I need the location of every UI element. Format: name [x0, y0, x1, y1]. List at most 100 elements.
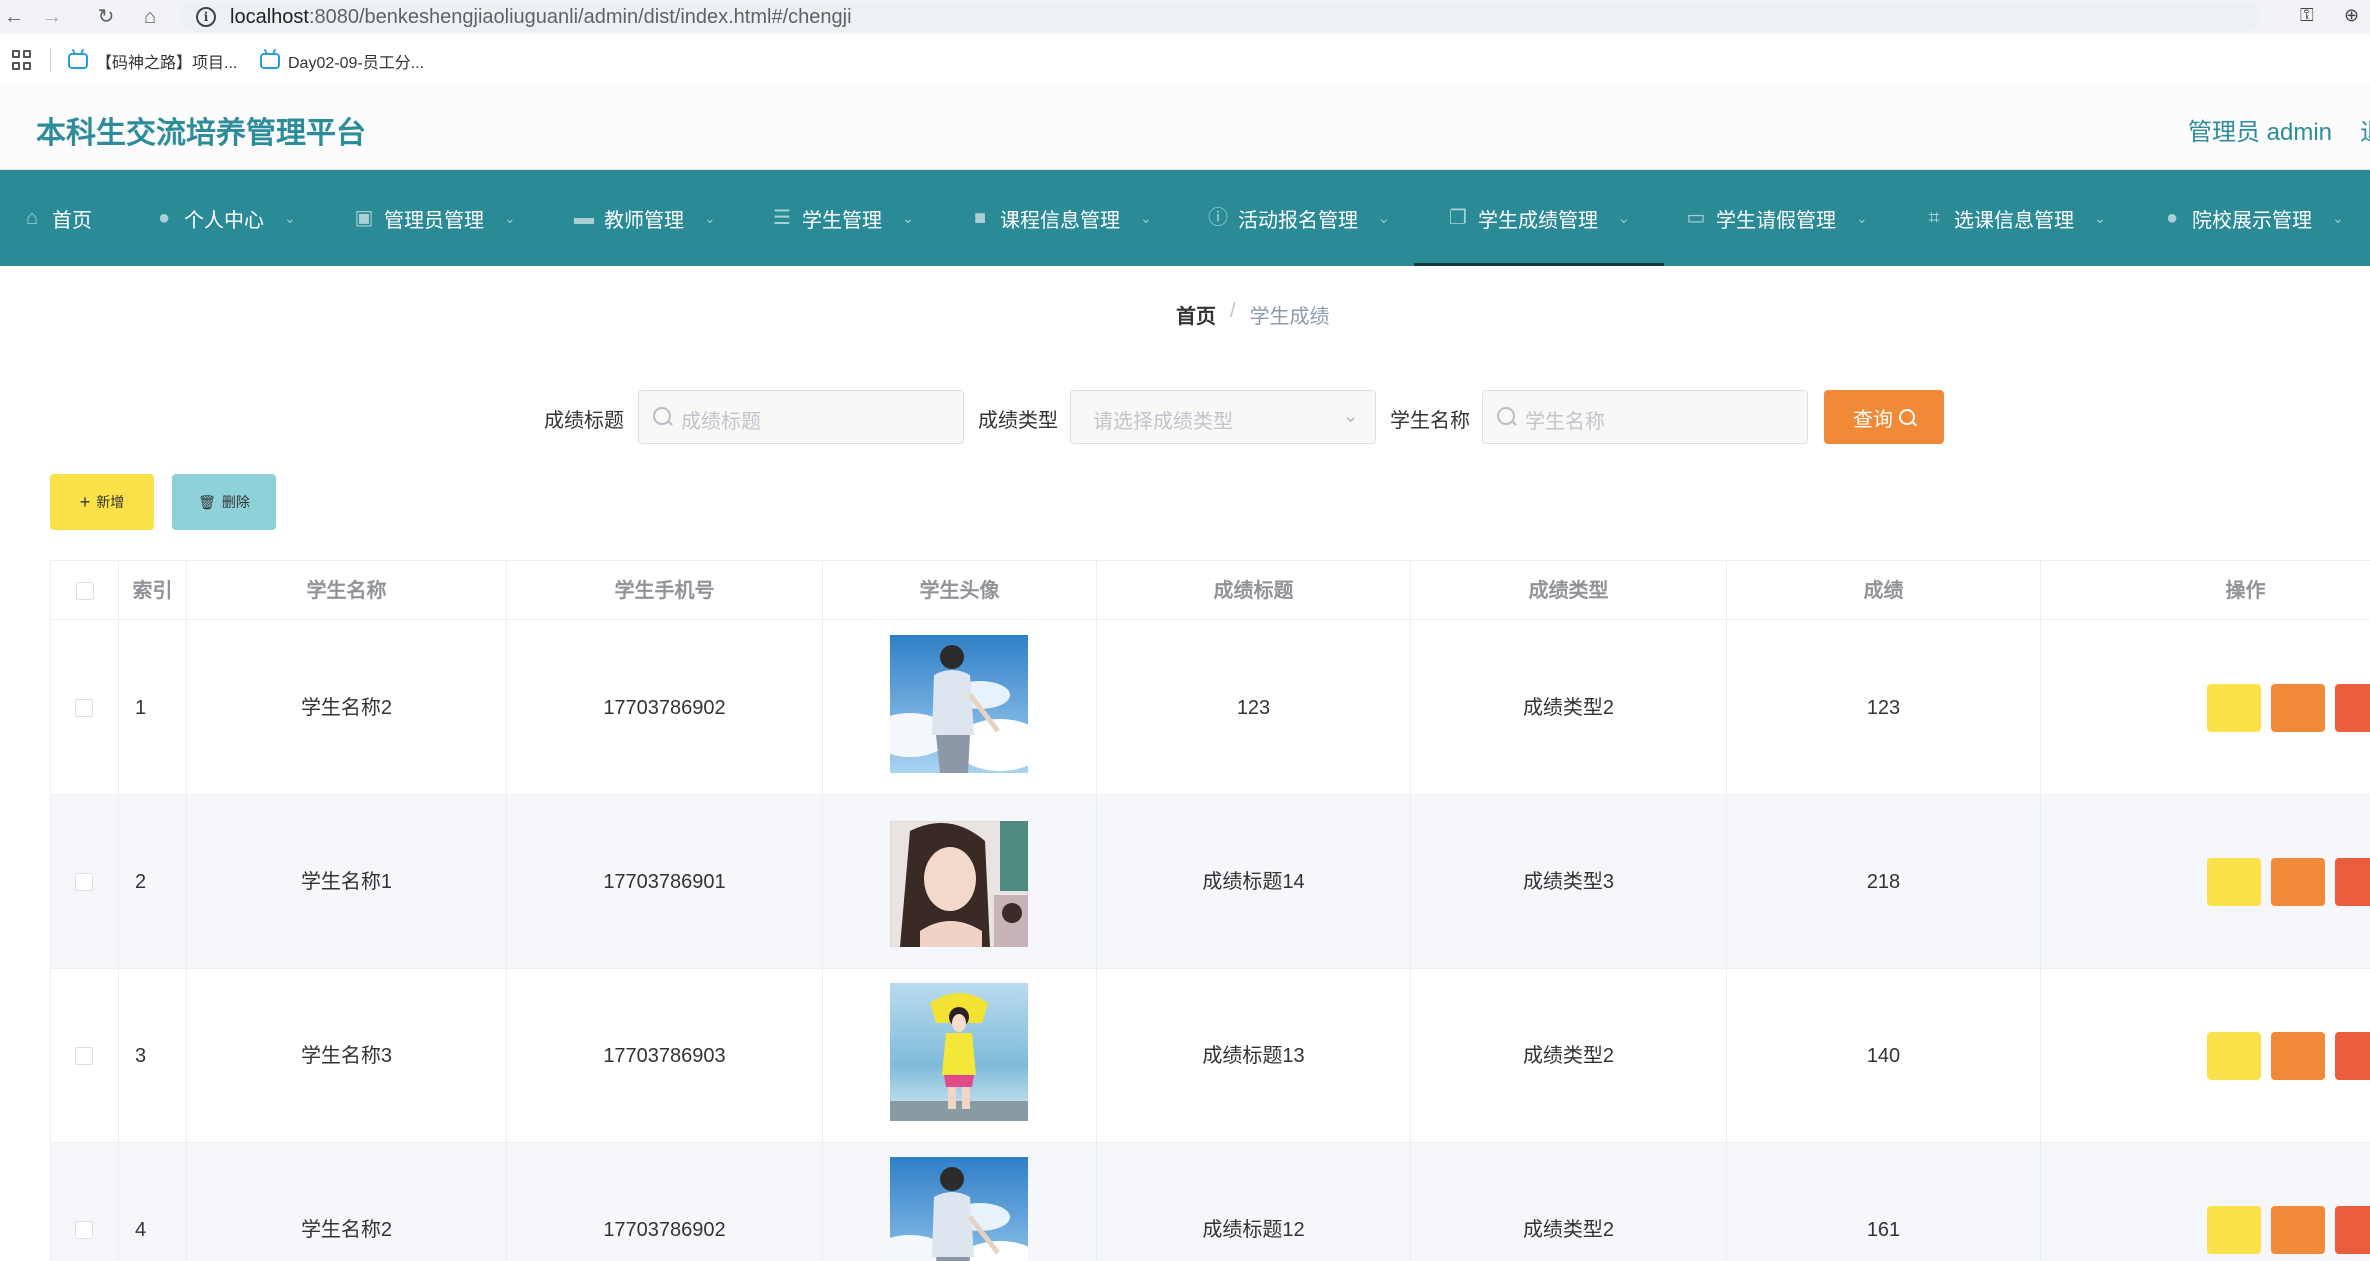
menu-item-leave[interactable]: ▭ 学生请假管理 ⌄ [1686, 170, 1868, 266]
menu-item-home[interactable]: ⌂ 首页 [22, 170, 92, 266]
row-checkbox[interactable] [75, 1221, 93, 1239]
bookmark-item[interactable]: 【码神之路】项目... [68, 48, 237, 74]
logout-link[interactable]: 退 [2360, 112, 2370, 147]
back-arrow-icon[interactable]: ← [0, 3, 28, 31]
chevron-down-icon: ⌄ [1378, 209, 1390, 226]
delete-button[interactable]: 🗑 删除 [172, 474, 276, 530]
chat-icon: ▬ [574, 207, 594, 229]
avatar[interactable] [890, 821, 1028, 947]
bookmark-label: 【码神之路】项目... [96, 55, 238, 72]
bilibili-icon [260, 53, 280, 69]
breadcrumb-home[interactable]: 首页 [1176, 300, 1216, 329]
type-cell: 成绩类型2 [1411, 621, 1727, 795]
row-checkbox[interactable] [75, 699, 93, 717]
operation-cell [2041, 621, 2370, 795]
bilibili-icon [68, 53, 88, 69]
avatar-cell [823, 969, 1097, 1143]
menu-item-selection[interactable]: ⌗ 选课信息管理 ⌄ [1924, 170, 2106, 266]
reload-icon[interactable]: ↻ [92, 3, 120, 31]
select-all-checkbox[interactable] [76, 582, 94, 600]
detail-button[interactable] [2271, 858, 2325, 906]
user-icon: ● [157, 207, 171, 229]
plus-icon: + [79, 491, 91, 512]
forward-arrow-icon[interactable]: → [38, 3, 66, 31]
detail-button[interactable] [2271, 684, 2325, 732]
score-title-input[interactable]: 成绩标题 [638, 390, 964, 444]
menu-item-admin[interactable]: ▣ 管理员管理 ⌄ [354, 170, 516, 266]
index-cell: 1 [119, 621, 187, 795]
row-delete-button[interactable] [2335, 684, 2370, 732]
row-delete-button[interactable] [2335, 1206, 2370, 1254]
chevron-down-icon: ⌄ [284, 209, 296, 226]
row-delete-button[interactable] [2335, 1032, 2370, 1080]
operation-cell [2041, 1143, 2370, 1261]
main-menu: ⌂ 首页 ● 个人中心 ⌄ ▣ 管理员管理 ⌄ ▬ 教师管理 ⌄ ☰ 学生管理 … [0, 170, 2370, 266]
table-header: 索引 学生名称 学生手机号 学生头像 成绩标题 成绩类型 成绩 操作 [51, 560, 2370, 621]
student-name-input[interactable]: 学生名称 [1482, 390, 1808, 444]
menu-item-activity[interactable]: ⓘ 活动报名管理 ⌄ [1208, 170, 1390, 266]
title-cell: 成绩标题13 [1097, 969, 1411, 1143]
detail-button[interactable] [2271, 1032, 2325, 1080]
placeholder-text: 学生名称 [1525, 411, 1605, 433]
add-button[interactable]: + 新增 [50, 474, 154, 530]
column-header[interactable]: 学生头像 [823, 561, 1097, 621]
table-row: 3 学生名称3 17703786903 成绩标题13 成绩类型2 140 [51, 969, 2370, 1143]
row-delete-button[interactable] [2335, 858, 2370, 906]
detail-button[interactable] [2271, 1206, 2325, 1254]
column-header[interactable]: 成绩类型 [1411, 561, 1727, 621]
breadcrumb-current: 学生成绩 [1249, 306, 1330, 328]
avatar[interactable] [890, 983, 1028, 1121]
name-cell: 学生名称2 [187, 621, 507, 795]
monitor-icon: ▭ [1686, 207, 1706, 229]
placeholder-text: 请选择成绩类型 [1093, 411, 1233, 433]
phone-cell: 17703786902 [507, 621, 823, 795]
query-button[interactable]: 查询 [1824, 390, 1944, 444]
select-all-cell [51, 561, 119, 621]
menu-item-school[interactable]: ● 院校展示管理 ⌄ [2162, 170, 2344, 266]
operation-cell [2041, 969, 2370, 1143]
column-header[interactable]: 索引 [119, 561, 187, 621]
column-header[interactable]: 成绩 [1727, 561, 2041, 621]
edit-button[interactable] [2207, 1206, 2261, 1254]
name-cell: 学生名称1 [187, 795, 507, 969]
avatar[interactable] [890, 635, 1028, 773]
chevron-down-icon: ⌄ [1618, 209, 1630, 226]
edit-button[interactable] [2207, 684, 2261, 732]
url-field[interactable]: i localhost:8080/benkeshengjiaoliuguanli… [180, 2, 2260, 32]
score-type-select[interactable]: 请选择成绩类型 ⌄ [1070, 390, 1376, 444]
password-key-icon[interactable]: ⚿ [2300, 5, 2314, 26]
table-row: 2 学生名称1 17703786901 成绩标题14 成绩类型3 218 [51, 795, 2370, 969]
row-checkbox[interactable] [75, 1047, 93, 1065]
column-header[interactable]: 学生名称 [187, 561, 507, 621]
student-name-label: 学生名称 [1390, 410, 1470, 432]
girl-portrait-photo [890, 821, 1028, 947]
home-icon[interactable]: ⌂ [136, 3, 164, 31]
chevron-down-icon: ⌄ [504, 209, 516, 226]
edit-button[interactable] [2207, 1032, 2261, 1080]
avatar[interactable] [890, 1157, 1028, 1261]
row-checkbox[interactable] [75, 873, 93, 891]
table-row: 4 学生名称2 17703786902 成绩标题12 成绩类型2 161 [51, 1143, 2370, 1261]
chevron-down-icon: ⌄ [704, 209, 716, 226]
apps-grid-icon[interactable] [12, 50, 32, 70]
bookmark-item[interactable]: Day02-09-员工分... [260, 48, 424, 74]
menu-item-profile[interactable]: ● 个人中心 ⌄ [154, 170, 296, 266]
operation-cell [2041, 795, 2370, 969]
column-header[interactable]: 成绩标题 [1097, 561, 1411, 621]
row-select-cell [51, 621, 119, 795]
zoom-icon[interactable]: ⊕ [2344, 5, 2359, 26]
chevron-down-icon: ⌄ [902, 209, 914, 226]
breadcrumb: 首页 / 学生成绩 [1176, 300, 1330, 329]
menu-item-score[interactable]: ❐ 学生成绩管理 ⌄ [1414, 170, 1664, 266]
site-info-icon[interactable]: i [196, 7, 216, 27]
boy-sky-photo [890, 1157, 1028, 1261]
score-cell: 140 [1727, 969, 2041, 1143]
chevron-down-icon: ⌄ [2094, 209, 2106, 226]
menu-item-teacher[interactable]: ▬ 教师管理 ⌄ [574, 170, 716, 266]
menu-item-student[interactable]: ☰ 学生管理 ⌄ [772, 170, 914, 266]
menu-item-label: 学生请假管理 [1716, 209, 1836, 232]
table-row: 1 学生名称2 17703786902 123 成绩类型2 123 [51, 621, 2370, 795]
edit-button[interactable] [2207, 858, 2261, 906]
column-header[interactable]: 学生手机号 [507, 561, 823, 621]
menu-item-course[interactable]: ■ 课程信息管理 ⌄ [970, 170, 1152, 266]
